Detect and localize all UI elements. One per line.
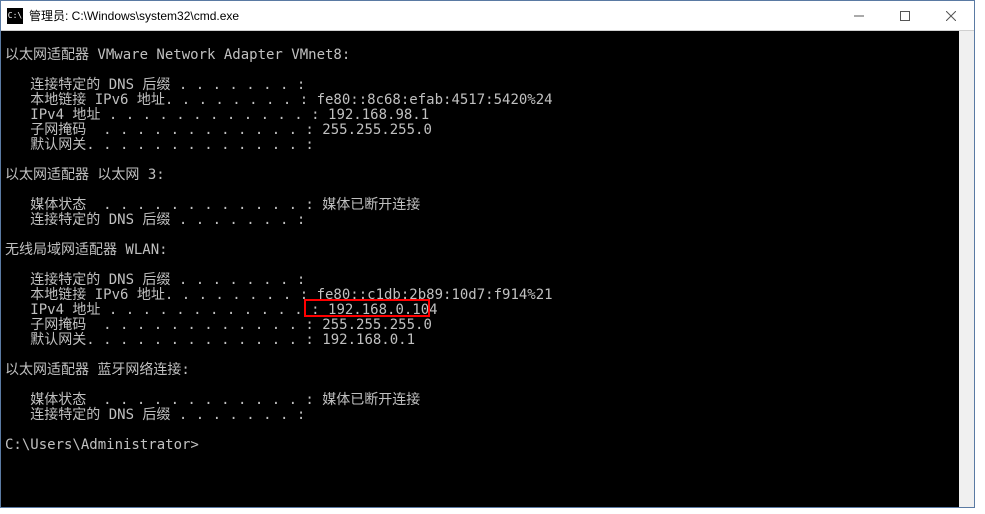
window-controls [836,1,974,30]
output-line: 连接特定的 DNS 后缀 . . . . . . . : [5,273,957,288]
adapter-header: 无线局域网适配器 WLAN: [5,243,957,258]
output-line: IPv4 地址 . . . . . . . . . . . . : 192.16… [5,303,957,318]
output-line: 子网掩码 . . . . . . . . . . . . : 255.255.2… [5,318,957,333]
prompt-line[interactable]: C:\Users\Administrator> [5,438,957,453]
cmd-icon-text: C:\ [8,12,22,20]
titlebar[interactable]: C:\ 管理员: C:\Windows\system32\cmd.exe [1,1,974,31]
output-line: 连接特定的 DNS 后缀 . . . . . . . : [5,408,957,423]
terminal-area[interactable]: 以太网适配器 VMware Network Adapter VMnet8: 连接… [1,31,961,507]
maximize-icon [900,11,910,21]
minimize-icon [854,11,864,21]
output-line: 本地链接 IPv6 地址. . . . . . . . : fe80::8c68… [5,93,957,108]
cmd-icon: C:\ [7,8,23,24]
output-line: 子网掩码 . . . . . . . . . . . . : 255.255.2… [5,123,957,138]
adapter-header: 以太网适配器 以太网 3: [5,168,957,183]
output-line: 连接特定的 DNS 后缀 . . . . . . . : [5,213,957,228]
output-line: 本地链接 IPv6 地址. . . . . . . . : fe80::c1db… [5,288,957,303]
output-line: 默认网关. . . . . . . . . . . . . : [5,138,957,153]
cmd-window: C:\ 管理员: C:\Windows\system32\cmd.exe 以太网… [0,0,975,508]
output-line: 默认网关. . . . . . . . . . . . . : 192.168.… [5,333,957,348]
vertical-scrollbar[interactable] [959,31,974,507]
highlighted-ip: 192.168.0.104 [328,302,438,318]
maximize-button[interactable] [882,1,928,30]
window-title: 管理员: C:\Windows\system32\cmd.exe [29,7,836,24]
adapter-header: 以太网适配器 VMware Network Adapter VMnet8: [5,48,957,63]
output-line: 媒体状态 . . . . . . . . . . . . : 媒体已断开连接 [5,198,957,213]
output-line: 连接特定的 DNS 后缀 . . . . . . . : [5,78,957,93]
output-line: 媒体状态 . . . . . . . . . . . . : 媒体已断开连接 [5,393,957,408]
adapter-header: 以太网适配器 蓝牙网络连接: [5,363,957,378]
close-icon [946,11,956,21]
close-button[interactable] [928,1,974,30]
minimize-button[interactable] [836,1,882,30]
output-line: IPv4 地址 . . . . . . . . . . . . : 192.16… [5,108,957,123]
